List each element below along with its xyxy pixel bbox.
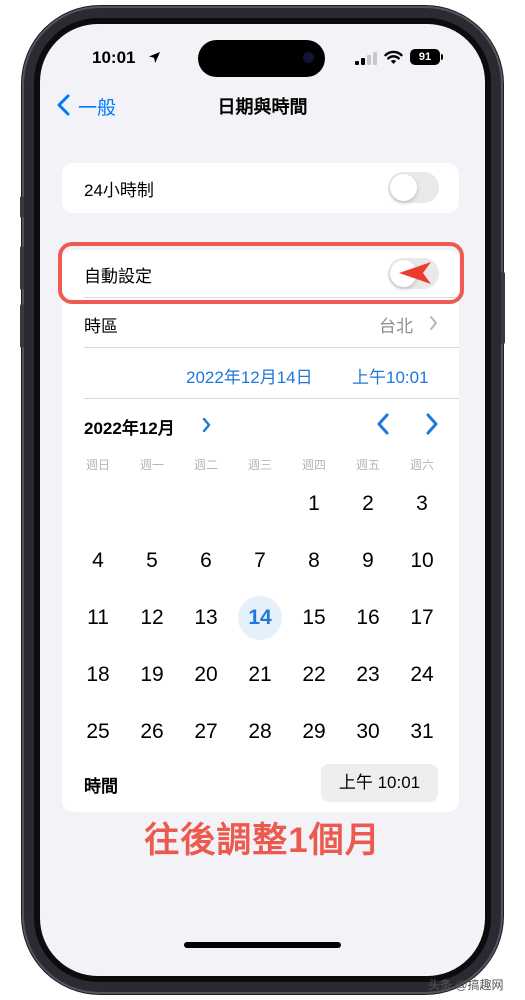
watermark: 头条 @搞趣网	[428, 978, 504, 992]
calendar-day[interactable]: 10	[395, 539, 449, 583]
cellular-signal-icon	[355, 52, 377, 65]
weekday-label: 週四	[301, 458, 326, 472]
calendar-day[interactable]: 2	[341, 482, 395, 526]
battery-indicator: 91	[410, 49, 440, 65]
calendar-day[interactable]: 3	[395, 482, 449, 526]
weekday-label: 週日	[85, 458, 110, 472]
calendar-day[interactable]: 1	[287, 482, 341, 526]
time-label: 時間	[84, 777, 118, 796]
time-picker-button[interactable]: 上午 10:01	[321, 764, 438, 802]
calendar-day[interactable]: 6	[179, 539, 233, 583]
calendar-day[interactable]: 30	[341, 710, 395, 754]
calendar-day[interactable]: 9	[341, 539, 395, 583]
timezone-value[interactable]: 台北	[379, 312, 413, 337]
month-year-title[interactable]: 2022年12月	[84, 414, 175, 439]
hour24-toggle[interactable]	[388, 172, 439, 203]
calendar-day[interactable]: 25	[71, 710, 125, 754]
calendar-day[interactable]: 21	[233, 653, 287, 697]
home-indicator[interactable]	[184, 942, 341, 948]
calendar-day[interactable]: 12	[125, 596, 179, 640]
status-time: 10:01	[92, 48, 136, 67]
calendar-day[interactable]: 19	[125, 653, 179, 697]
battery-tip	[441, 54, 443, 60]
weekday-label: 週五	[355, 458, 380, 472]
calendar-day[interactable]: 28	[233, 710, 287, 754]
timezone-label: 時區	[84, 317, 118, 336]
selected-time[interactable]: 上午10:01	[352, 363, 429, 388]
screen: 10:01 91 一般 日期與時間 24小時制 自動設定 時區 台北 2022年…	[40, 24, 485, 976]
page-title: 日期與時間	[217, 97, 308, 117]
side-button-silent	[20, 196, 24, 218]
calendar-day[interactable]: 7	[233, 539, 287, 583]
calendar-day[interactable]: 17	[395, 596, 449, 640]
timezone-chevron-icon[interactable]	[429, 316, 438, 330]
calendar-day[interactable]: 24	[395, 653, 449, 697]
side-button-volume-up	[20, 246, 24, 290]
hour24-card: 24小時制	[62, 163, 459, 213]
wifi-icon	[384, 50, 403, 64]
selected-date[interactable]: 2022年12月14日	[186, 363, 313, 388]
weekday-label: 週一	[139, 458, 164, 472]
calendar-day[interactable]: 8	[287, 539, 341, 583]
calendar-day[interactable]: 23	[341, 653, 395, 697]
calendar-day-today[interactable]: 14	[233, 596, 287, 640]
calendar-day[interactable]: 18	[71, 653, 125, 697]
side-button-power	[501, 272, 505, 344]
calendar-day[interactable]: 26	[125, 710, 179, 754]
month-picker-chevron-icon[interactable]	[202, 418, 211, 432]
calendar-day[interactable]: 4	[71, 539, 125, 583]
calendar-day[interactable]: 31	[395, 710, 449, 754]
weekday-label: 週二	[193, 458, 218, 472]
pointer-arrow-icon	[399, 262, 431, 284]
calendar-day[interactable]: 27	[179, 710, 233, 754]
weekday-label: 週六	[409, 458, 434, 472]
calendar-day[interactable]: 5	[125, 539, 179, 583]
calendar-day[interactable]: 11	[71, 596, 125, 640]
weekday-label: 週三	[247, 458, 272, 472]
hour24-toggle-knob	[390, 174, 417, 201]
calendar-day[interactable]: 20	[179, 653, 233, 697]
calendar-day[interactable]: 13	[179, 596, 233, 640]
row-divider	[84, 347, 459, 348]
calendar-day[interactable]: 16	[341, 596, 395, 640]
annotation-caption: 往後調整1個月	[144, 821, 381, 860]
previous-month-icon[interactable]	[376, 413, 390, 435]
hour24-label: 24小時制	[84, 181, 154, 200]
calendar-day[interactable]: 29	[287, 710, 341, 754]
row-divider	[84, 398, 459, 399]
date-time-card: 自動設定 時區 台北 2022年12月14日 上午10:01 2022年12月 …	[62, 250, 459, 812]
side-button-volume-down	[20, 304, 24, 348]
calendar-day[interactable]: 15	[287, 596, 341, 640]
camera-dot	[303, 52, 314, 63]
calendar-day[interactable]: 22	[287, 653, 341, 697]
location-arrow-icon	[149, 52, 160, 63]
next-month-icon[interactable]	[425, 413, 439, 435]
